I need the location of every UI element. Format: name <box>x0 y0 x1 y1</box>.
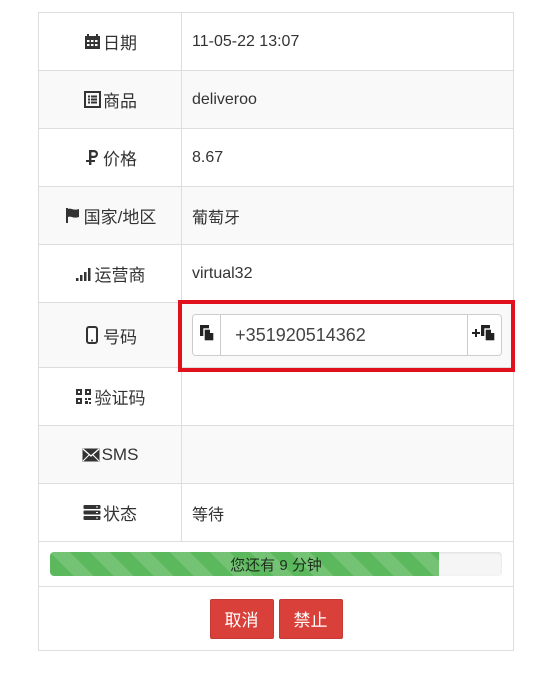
date-value: 11-05-22 13:07 <box>192 32 300 50</box>
label-cell-country: 国家/地区 <box>39 187 182 244</box>
label-cell-price: 价格 <box>39 129 182 186</box>
sms-label: SMS <box>101 444 139 464</box>
code-value <box>182 368 513 425</box>
product-value: deliveroo <box>192 90 257 108</box>
row-country: 国家/地区 葡萄牙 <box>39 187 513 245</box>
row-date: 日期 11-05-22 13:07 <box>39 13 513 71</box>
product-label: 商品 <box>103 92 137 111</box>
label-cell-code: 验证码 <box>39 368 182 425</box>
label-cell-status: 状态 <box>39 484 182 541</box>
country-label: 国家/地区 <box>83 208 157 227</box>
ruble-icon <box>83 149 101 167</box>
sms-value <box>182 426 513 483</box>
row-sms: SMS <box>39 426 513 484</box>
label-cell-product: 商品 <box>39 71 182 128</box>
row-status: 状态 等待 <box>39 484 513 542</box>
row-product: 商品 deliveroo <box>39 71 513 129</box>
label-cell-phone: 号码 <box>39 303 182 367</box>
cancel-button[interactable]: 取消 <box>209 598 274 639</box>
ban-button[interactable]: 禁止 <box>278 598 343 639</box>
row-operator: 运营商 virtual32 <box>39 245 513 303</box>
country-value: 葡萄牙 <box>192 209 241 227</box>
highlight-box <box>178 300 515 372</box>
operator-value: virtual32 <box>192 264 253 282</box>
time-remaining-progress: 您还有 9 分钟 <box>50 552 502 576</box>
row-actions: 取消 禁止 <box>39 587 513 650</box>
date-label: 日期 <box>103 34 137 53</box>
phone-label: 号码 <box>103 327 137 347</box>
progress-text: 您还有 9 分钟 <box>230 556 322 574</box>
row-progress: 您还有 9 分钟 <box>39 542 513 587</box>
operator-label: 运营商 <box>94 266 146 285</box>
label-cell-operator: 运营商 <box>39 245 182 302</box>
envelope-icon <box>82 446 100 464</box>
status-value: 等待 <box>192 506 225 524</box>
code-label: 验证码 <box>94 389 146 408</box>
label-cell-sms: SMS <box>39 426 182 483</box>
label-cell-date: 日期 <box>39 13 182 70</box>
calendar-icon <box>83 33 101 51</box>
server-icon <box>83 504 101 522</box>
list-icon <box>83 91 101 109</box>
mobile-icon <box>83 326 101 344</box>
qrcode-icon <box>75 388 93 406</box>
row-verification-code: 验证码 <box>39 368 513 426</box>
price-label: 价格 <box>103 150 137 169</box>
row-price: 价格 8.67 <box>39 129 513 187</box>
flag-icon <box>64 207 82 225</box>
signal-icon <box>75 265 93 283</box>
price-value: 8.67 <box>192 148 224 166</box>
status-label: 状态 <box>103 505 137 524</box>
